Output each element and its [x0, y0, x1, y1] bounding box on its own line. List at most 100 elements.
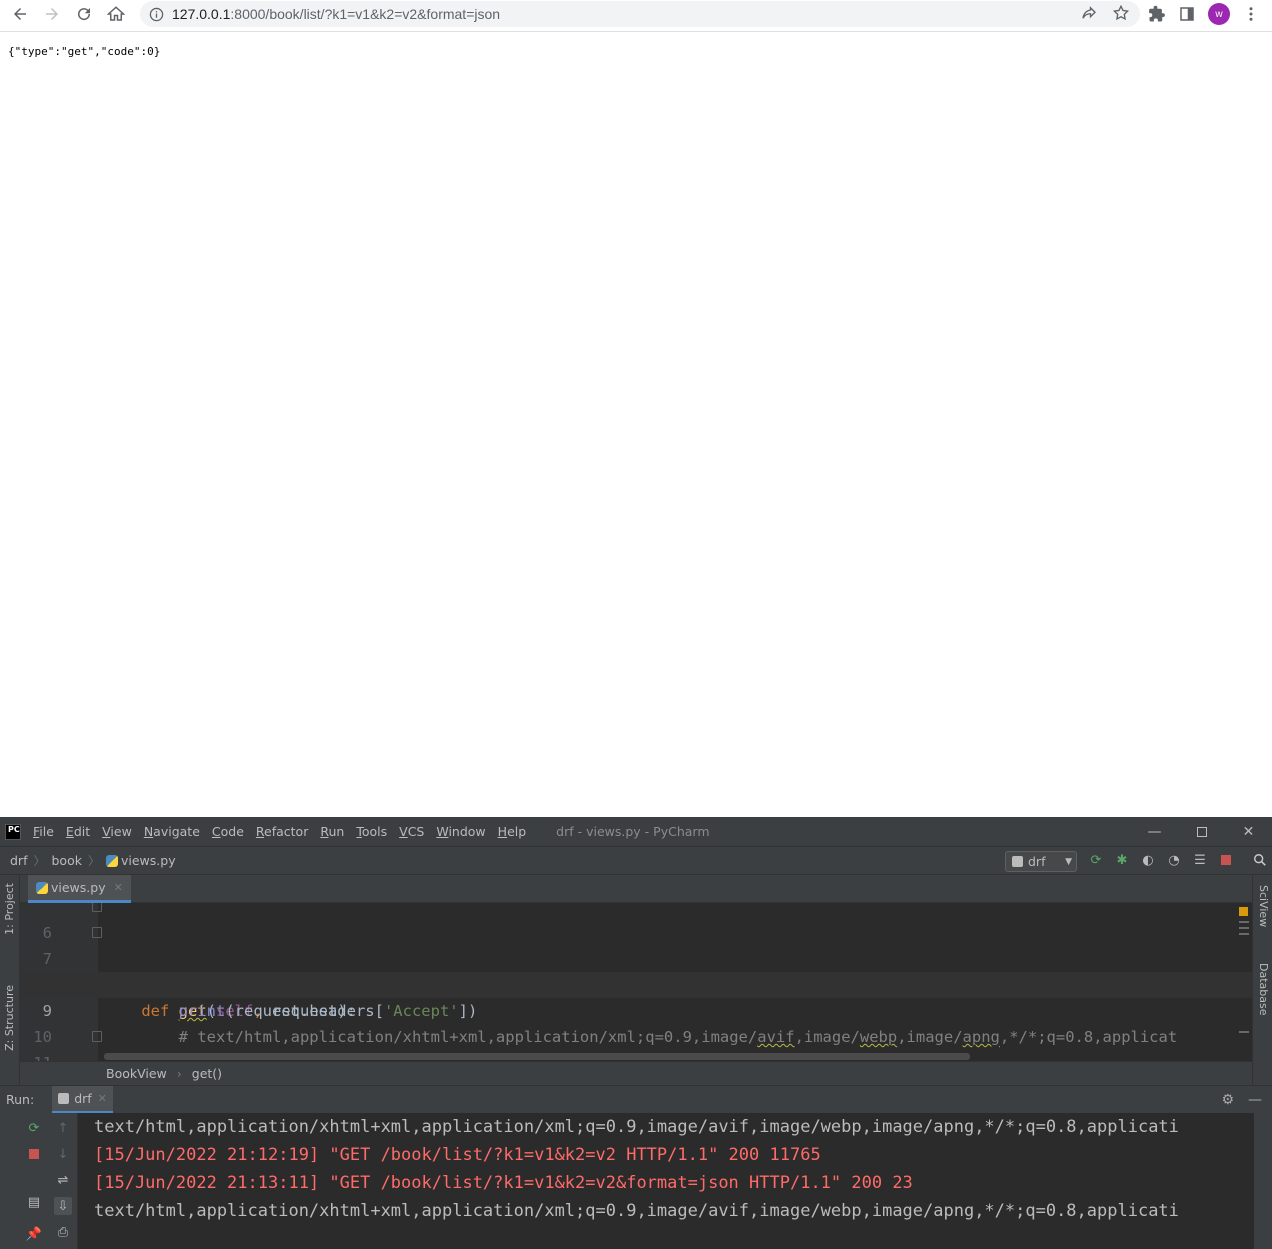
url-host: 127.0.0.1 — [172, 6, 231, 22]
coverage-icon[interactable]: ◐ — [1140, 852, 1156, 868]
forward-button[interactable] — [36, 0, 68, 28]
profile-avatar[interactable]: w — [1208, 3, 1230, 25]
minimize-button[interactable]: — — [1131, 817, 1178, 846]
concurrency-icon[interactable]: ☰ — [1192, 852, 1208, 868]
address-bar[interactable]: 127.0.0.1:8000/book/list/?k1=v1&k2=v2&fo… — [140, 1, 1140, 27]
breadcrumb-project[interactable]: drf — [10, 853, 27, 868]
run-toolbar: ⟳ ↑ ↓ ⇌ ▤ ⇩ 📌 ⎙ — [0, 1113, 78, 1249]
left-tool-strip: 1: Project Z: Structure — [0, 875, 20, 1085]
print-icon[interactable]: ⎙ — [54, 1223, 72, 1241]
chevron-right-icon: 〉 — [33, 854, 46, 868]
close-tab-icon[interactable]: ✕ — [114, 881, 123, 894]
sciview-tool-tab[interactable]: SciView — [1257, 885, 1270, 927]
browser-divider — [0, 31, 1272, 32]
menu-bar: PC File Edit View Navigate Code Refactor… — [0, 817, 1272, 846]
menu-refactor[interactable]: Refactor — [256, 824, 308, 839]
python-file-icon — [36, 881, 48, 894]
menu-navigate[interactable]: Navigate — [144, 824, 200, 839]
stripe-mark[interactable] — [1239, 933, 1249, 935]
menu-tools[interactable]: Tools — [356, 824, 387, 839]
hide-panel-icon[interactable]: — — [1248, 1092, 1262, 1108]
stop-icon[interactable] — [25, 1145, 43, 1163]
console-line: text/html,application/xhtml+xml,applicat… — [94, 1201, 1179, 1221]
code-line: 6 class BookView(APIView): — [20, 903, 1252, 994]
rerun-icon[interactable]: ⟳ — [1088, 852, 1104, 868]
share-icon[interactable] — [1080, 4, 1098, 22]
stripe-mark[interactable] — [1239, 921, 1249, 923]
arrow-right-icon — [46, 8, 58, 20]
site-info-icon[interactable] — [148, 6, 164, 22]
warning-marker-icon[interactable] — [1239, 907, 1248, 916]
console-line: [15/Jun/2022 21:13:11] "GET /book/list/?… — [94, 1173, 913, 1193]
url-text: 127.0.0.1:8000/book/list/?k1=v1&k2=v2&fo… — [172, 6, 500, 22]
menu-vcs[interactable]: VCS — [399, 824, 424, 839]
reload-button[interactable] — [68, 0, 100, 28]
debug-bug-icon[interactable]: ✱ — [1114, 852, 1130, 868]
scroll-to-end-icon[interactable]: ⇩ — [54, 1197, 72, 1215]
structure-tool-tab[interactable]: Z: Structure — [3, 985, 16, 1051]
arrow-down-icon[interactable]: ↓ — [54, 1145, 72, 1163]
code-line: 11 return Response({"type": "get", "code… — [20, 1024, 1252, 1061]
menu-file[interactable]: File — [33, 824, 54, 839]
menu-kebab-icon[interactable] — [1242, 5, 1260, 23]
code-editor[interactable]: 6 class BookView(APIView): 7 def get(sel… — [20, 903, 1252, 1061]
menu-edit[interactable]: Edit — [66, 824, 90, 839]
run-console[interactable]: text/html,application/xhtml+xml,applicat… — [78, 1113, 1254, 1249]
code-line-current: 9 # text/html,application/xhtml+xml,appl… — [20, 972, 1252, 1046]
breadcrumb-folder[interactable]: book — [52, 853, 82, 868]
menu-view[interactable]: View — [102, 824, 132, 839]
json-response: {"type":"get","code":0} — [8, 45, 161, 58]
editor-horizontal-scrollbar[interactable] — [104, 1053, 970, 1060]
maximize-button[interactable] — [1178, 817, 1225, 846]
extensions-icon[interactable] — [1148, 5, 1166, 23]
django-icon — [1012, 856, 1023, 867]
fold-marker-icon[interactable] — [92, 1031, 102, 1042]
gear-icon[interactable]: ⚙ — [1221, 1092, 1234, 1108]
profile-icon[interactable]: ◔ — [1166, 852, 1182, 868]
run-configuration-select[interactable]: drf ▼ — [1005, 851, 1077, 872]
stripe-mark[interactable] — [1239, 1031, 1249, 1033]
maximize-icon — [1196, 826, 1207, 837]
database-tool-tab[interactable]: Database — [1257, 963, 1270, 1016]
console-scrollbar[interactable] — [1254, 1113, 1272, 1249]
breadcrumb-file[interactable]: views.py — [121, 853, 176, 868]
layout-icon[interactable]: ▤ — [25, 1193, 43, 1211]
arrow-up-icon[interactable]: ↑ — [54, 1119, 72, 1137]
fold-marker-icon[interactable] — [92, 927, 102, 938]
error-stripe — [1236, 903, 1252, 1061]
run-tab-label: drf — [74, 1090, 92, 1106]
breadcrumb-class[interactable]: BookView — [106, 1066, 167, 1081]
run-config-label: drf — [1028, 854, 1046, 869]
stop-icon[interactable] — [1218, 852, 1234, 868]
code-line: 7 def get(self, request): — [20, 920, 1252, 1020]
window-title: drf - views.py - PyCharm — [556, 824, 710, 839]
reload-icon — [78, 8, 91, 21]
menu-code[interactable]: Code — [212, 824, 244, 839]
chevron-right-icon: 〉 — [87, 854, 100, 868]
fold-marker-icon[interactable] — [92, 903, 102, 912]
rerun-icon[interactable]: ⟳ — [25, 1119, 43, 1137]
soft-wrap-icon[interactable]: ⇌ — [54, 1171, 72, 1189]
close-tab-icon[interactable]: ✕ — [98, 1092, 107, 1105]
console-line: [15/Jun/2022 21:12:19] "GET /book/list/?… — [94, 1145, 821, 1165]
menu-window[interactable]: Window — [436, 824, 485, 839]
pin-icon[interactable]: 📌 — [25, 1225, 43, 1243]
code-breadcrumb: BookView › get() — [20, 1061, 1252, 1085]
home-icon — [107, 6, 125, 21]
project-tool-tab[interactable]: 1: Project — [3, 883, 16, 935]
menu-run[interactable]: Run — [320, 824, 344, 839]
breadcrumb-method[interactable]: get() — [192, 1066, 222, 1081]
code-line: 10 — [20, 998, 1252, 1046]
home-button[interactable] — [100, 0, 132, 28]
run-panel-label: Run: — [6, 1092, 35, 1107]
search-icon[interactable] — [1252, 852, 1268, 868]
pycharm-window: PC File Edit View Navigate Code Refactor… — [0, 817, 1272, 1249]
close-window-button[interactable]: ✕ — [1225, 817, 1272, 846]
stripe-mark[interactable] — [1239, 927, 1249, 929]
sidebar-toggle-icon[interactable] — [1178, 5, 1196, 23]
back-button[interactable] — [4, 0, 36, 28]
menu-help[interactable]: Help — [498, 824, 527, 839]
editor-tab-views[interactable]: views.py ✕ — [28, 875, 131, 903]
run-tab-drf[interactable]: drf ✕ — [52, 1085, 113, 1114]
bookmark-star-icon[interactable] — [1112, 4, 1130, 22]
